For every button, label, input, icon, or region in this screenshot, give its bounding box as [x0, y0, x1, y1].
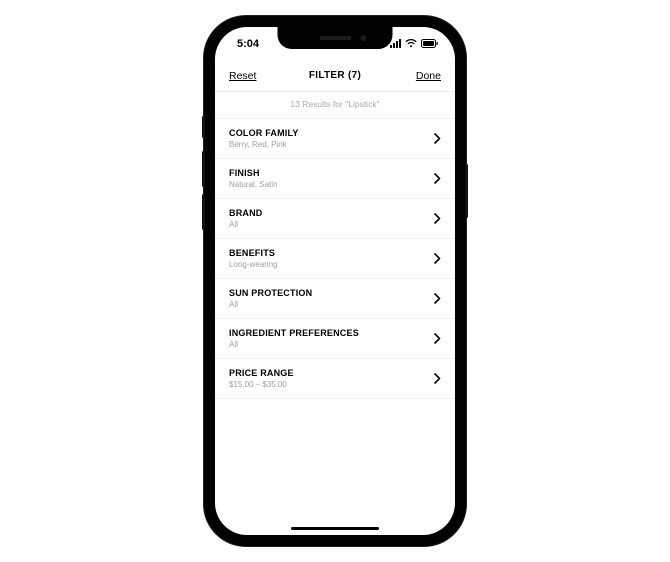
front-camera [361, 35, 367, 41]
reset-button[interactable]: Reset [229, 70, 269, 82]
page-title: FILTER (7) [309, 70, 361, 81]
screen: 5:04 Reset FILTER (7) Done 13 Results fo… [215, 27, 455, 535]
phone-frame: 5:04 Reset FILTER (7) Done 13 Results fo… [204, 16, 466, 546]
chevron-right-icon [434, 133, 441, 144]
notch [278, 27, 393, 49]
filter-row[interactable]: FINISH Natural, Satin [215, 159, 455, 199]
side-button [465, 164, 468, 218]
filter-row[interactable]: PRICE RANGE $15.00 – $35.00 [215, 359, 455, 399]
filter-subtitle: Berry, Red, Pink [229, 140, 299, 149]
done-button[interactable]: Done [401, 70, 441, 82]
filter-row-text: FINISH Natural, Satin [229, 168, 277, 189]
filter-row-text: BENEFITS Long-wearing [229, 248, 277, 269]
filter-row[interactable]: COLOR FAMILY Berry, Red, Pink [215, 119, 455, 159]
filter-subtitle: Natural, Satin [229, 180, 277, 189]
status-time: 5:04 [237, 38, 259, 50]
home-indicator[interactable] [291, 527, 379, 531]
chevron-right-icon [434, 173, 441, 184]
filter-subtitle: Long-wearing [229, 260, 277, 269]
chevron-right-icon [434, 213, 441, 224]
filter-navbar: Reset FILTER (7) Done [215, 60, 455, 92]
wifi-icon [405, 39, 417, 48]
status-icons [390, 39, 439, 48]
filter-row[interactable]: INGREDIENT PREFERENCES All [215, 319, 455, 359]
cellular-signal-icon [390, 39, 401, 48]
filter-title: COLOR FAMILY [229, 128, 299, 138]
filter-subtitle: All [229, 340, 359, 349]
filter-title: INGREDIENT PREFERENCES [229, 328, 359, 338]
chevron-right-icon [434, 253, 441, 264]
chevron-right-icon [434, 333, 441, 344]
side-button [202, 116, 205, 138]
filter-row[interactable]: BENEFITS Long-wearing [215, 239, 455, 279]
filter-row-text: BRAND All [229, 208, 263, 229]
filter-title: BENEFITS [229, 248, 277, 258]
filter-row-text: INGREDIENT PREFERENCES All [229, 328, 359, 349]
filter-subtitle: All [229, 220, 263, 229]
filter-row[interactable]: BRAND All [215, 199, 455, 239]
filter-title: FINISH [229, 168, 277, 178]
filter-subtitle: $15.00 – $35.00 [229, 380, 294, 389]
side-button [202, 194, 205, 230]
filter-subtitle: All [229, 300, 312, 309]
filter-row-text: PRICE RANGE $15.00 – $35.00 [229, 368, 294, 389]
filter-list: COLOR FAMILY Berry, Red, Pink FINISH Natura… [215, 119, 455, 399]
speaker-grill [319, 36, 351, 40]
side-button [202, 151, 205, 187]
filter-row[interactable]: SUN PROTECTION All [215, 279, 455, 319]
results-count: 13 Results for "Lipstick" [215, 92, 455, 119]
filter-row-text: SUN PROTECTION All [229, 288, 312, 309]
filter-title: SUN PROTECTION [229, 288, 312, 298]
filter-row-text: COLOR FAMILY Berry, Red, Pink [229, 128, 299, 149]
chevron-right-icon [434, 293, 441, 304]
filter-title: BRAND [229, 208, 263, 218]
filter-title: PRICE RANGE [229, 368, 294, 378]
battery-icon [421, 39, 439, 48]
chevron-right-icon [434, 373, 441, 384]
